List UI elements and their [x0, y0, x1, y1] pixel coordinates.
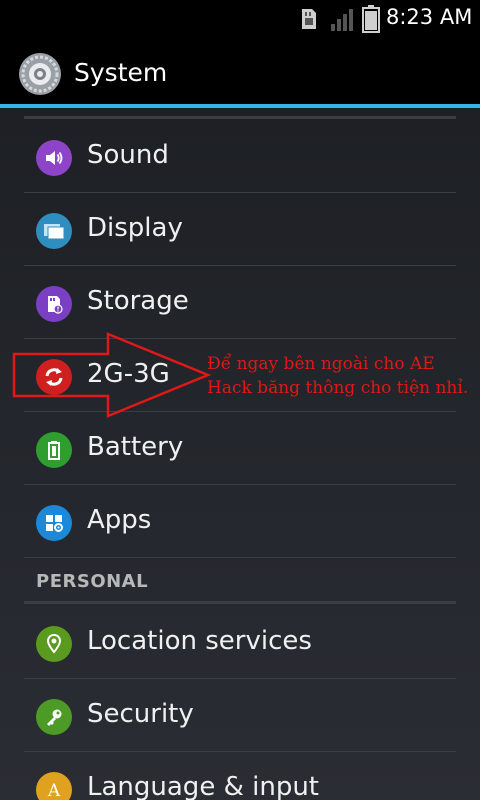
annotation-arrow: [12, 332, 212, 418]
settings-item-label: Battery: [87, 432, 184, 462]
battery-icon: [362, 5, 380, 33]
storage-icon: [36, 286, 72, 322]
settings-gear-icon[interactable]: [18, 52, 62, 96]
settings-item-battery[interactable]: Battery: [24, 412, 456, 485]
settings-item-sound[interactable]: Sound: [24, 120, 456, 193]
volume-icon: [36, 140, 72, 176]
settings-item-display[interactable]: Display: [24, 193, 456, 266]
annotation-text: Để ngay bên ngoài cho AE Hack băng thông…: [207, 352, 477, 400]
section-header-personal: PERSONAL: [36, 571, 149, 592]
settings-item-label: Sound: [87, 140, 169, 170]
annotation-line: Để ngay bên ngoài cho AE: [207, 354, 435, 374]
settings-item-language-input[interactable]: A Language & input: [24, 752, 456, 800]
settings-item-security[interactable]: Security: [24, 679, 456, 752]
settings-item-apps[interactable]: Apps: [24, 485, 456, 558]
sd-card-notification-icon: [302, 9, 316, 29]
apps-icon: [36, 505, 72, 541]
annotation-line: Hack băng thông cho tiện nhỉ.: [207, 378, 469, 398]
status-bar: 8:23 AM: [0, 0, 480, 38]
settings-item-storage[interactable]: Storage: [24, 266, 456, 339]
divider: [24, 601, 456, 604]
settings-item-label: Storage: [87, 286, 189, 316]
action-bar: System: [0, 38, 480, 106]
settings-item-label: Security: [87, 699, 194, 729]
language-icon: A: [36, 772, 72, 800]
key-icon: [36, 699, 72, 735]
settings-item-label: Display: [87, 213, 183, 243]
clock: 8:23 AM: [386, 5, 473, 29]
settings-item-location-services[interactable]: Location services: [24, 606, 456, 679]
settings-item-label: Location services: [87, 626, 312, 656]
display-icon: [36, 213, 72, 249]
divider: [24, 116, 456, 119]
location-icon: [36, 626, 72, 662]
signal-icon: [331, 9, 353, 31]
page-title: System: [74, 58, 168, 87]
settings-item-label: Apps: [87, 505, 152, 535]
settings-item-label: Language & input: [87, 772, 319, 800]
action-bar-accent: [0, 104, 480, 108]
battery-icon: [36, 432, 72, 468]
svg-text:A: A: [47, 781, 61, 800]
